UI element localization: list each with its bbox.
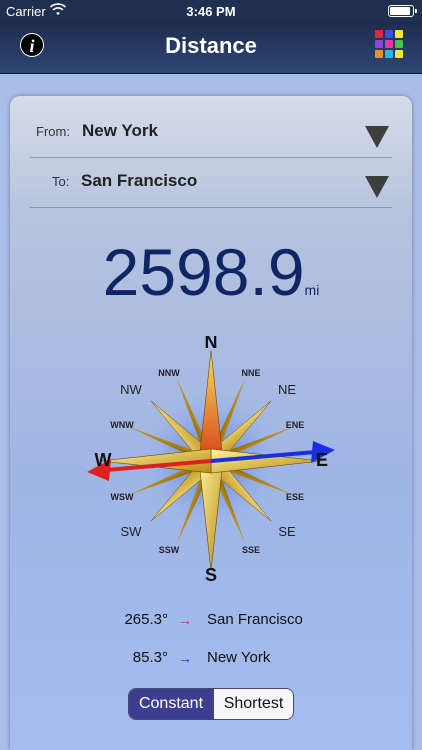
bearing-degrees: 265.3° xyxy=(124,611,168,628)
shortest-segment[interactable]: Shortest xyxy=(213,689,293,719)
compass-ene: ENE xyxy=(286,420,305,430)
to-label: To: xyxy=(52,174,70,189)
compass-sse: SSE xyxy=(242,545,260,555)
distance-value: 2598.9 xyxy=(102,235,305,309)
compass-nne: NNE xyxy=(241,368,260,378)
compass-sw: SW xyxy=(121,524,143,539)
bearing-degrees: 85.3° xyxy=(132,649,168,666)
compass-rose: N S W E NW NE SW SE NNW NNE WNW ENE WSW … xyxy=(87,336,335,585)
compass-se: SE xyxy=(278,524,296,539)
page-title: Distance xyxy=(165,33,257,58)
from-dropdown-icon[interactable] xyxy=(365,126,389,148)
compass-wsw: WSW xyxy=(111,492,134,502)
distance-unit: mi xyxy=(304,282,320,298)
compass-nnw: NNW xyxy=(158,368,180,378)
color-grid-icon[interactable] xyxy=(375,30,405,60)
distance-readout: 2598.9mi xyxy=(10,234,412,310)
constant-segment[interactable]: Constant xyxy=(129,689,213,719)
red-arrow-icon: → xyxy=(178,612,192,628)
compass-ssw: SSW xyxy=(159,545,180,555)
bearing-city: San Francisco xyxy=(207,611,303,628)
bearing-city: New York xyxy=(207,649,271,666)
to-dropdown-icon[interactable] xyxy=(365,176,389,198)
distance-panel: From: New York To: San Francisco 2598.9m… xyxy=(10,96,412,750)
compass-n: N xyxy=(205,336,218,352)
mode-segmented-control: Constant Shortest xyxy=(128,688,294,720)
compass-ese: ESE xyxy=(286,492,304,502)
to-row[interactable]: To: San Francisco xyxy=(30,158,392,208)
compass-e: E xyxy=(316,450,328,470)
compass-w: W xyxy=(95,450,112,470)
battery-icon xyxy=(388,5,417,17)
blue-arrow-icon: → xyxy=(178,650,192,666)
nav-bar: i Distance xyxy=(0,22,422,74)
status-bar: Carrier 3:46 PM xyxy=(0,0,422,22)
to-value: San Francisco xyxy=(81,171,198,190)
status-time: 3:46 PM xyxy=(186,4,236,19)
compass-nw: NW xyxy=(120,382,142,397)
compass-wnw: WNW xyxy=(110,420,134,430)
from-value: New York xyxy=(82,121,158,140)
from-row[interactable]: From: New York xyxy=(30,108,392,158)
compass-ne: NE xyxy=(278,382,296,397)
compass-s: S xyxy=(205,565,217,585)
from-label: From: xyxy=(36,124,70,139)
